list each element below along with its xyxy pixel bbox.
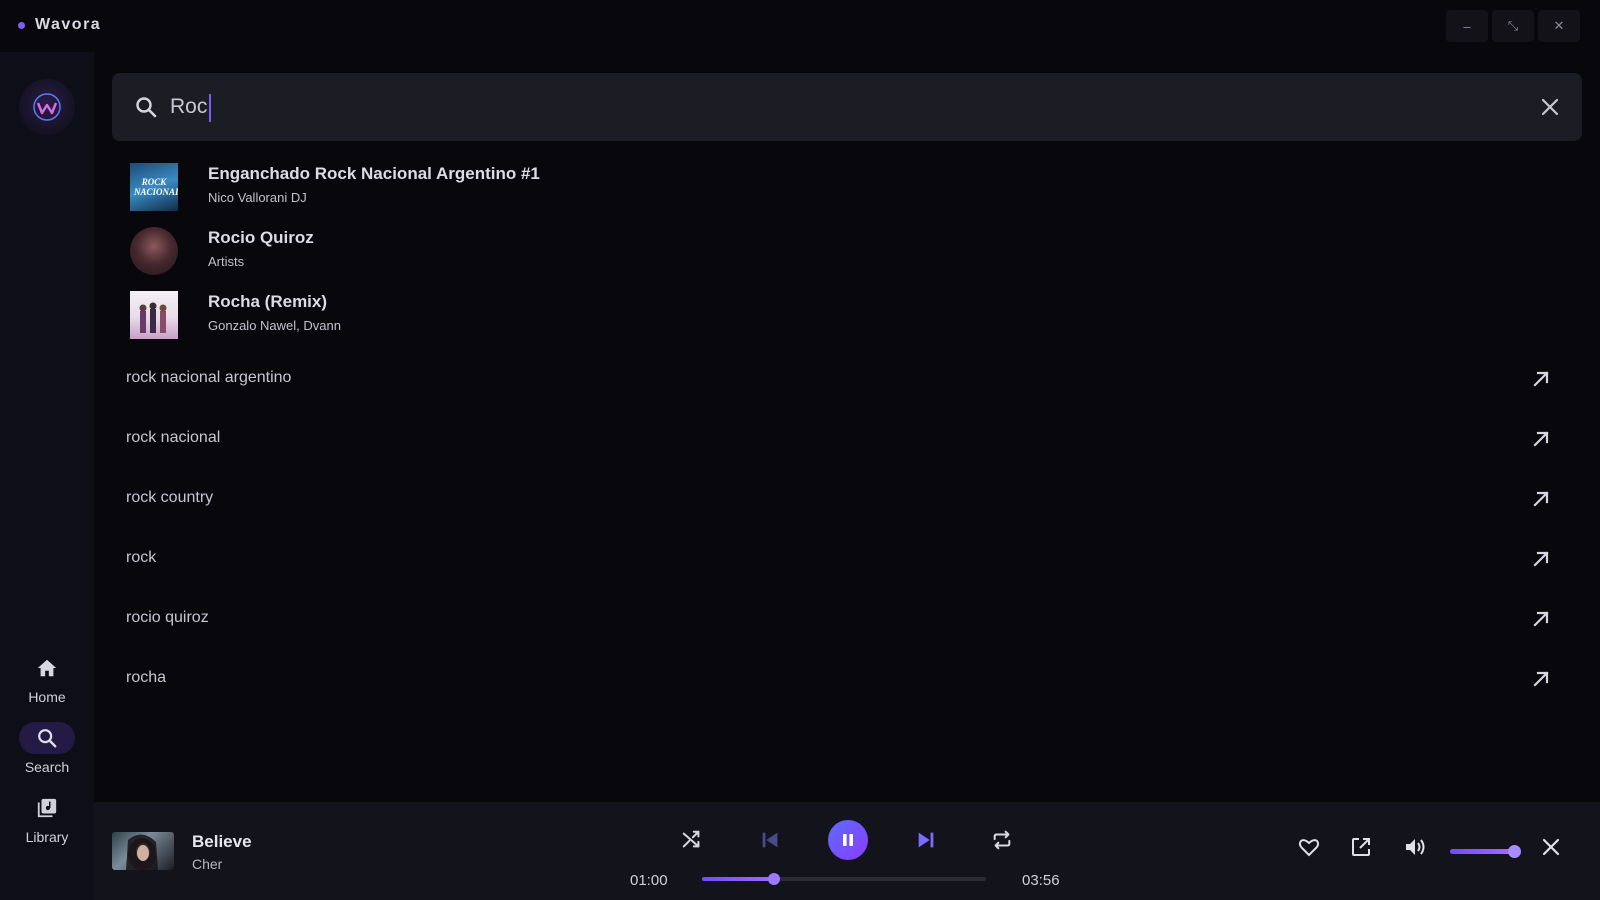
arrow-up-right-icon[interactable] (1530, 548, 1552, 570)
open-external-icon (1352, 838, 1370, 856)
shuffle-button[interactable] (672, 820, 712, 860)
progress-bar[interactable] (702, 873, 986, 885)
progress-fill (702, 877, 775, 881)
search-icon (134, 95, 158, 124)
search-page: ROCK NACIONAL Enganchado Rock Nacional A… (94, 52, 1600, 802)
result-title: Enganchado Rock Nacional Argentino #1 (208, 164, 540, 183)
arrow-up-right-icon[interactable] (1530, 488, 1552, 510)
search-bar (112, 73, 1582, 141)
close-icon (1541, 98, 1559, 116)
sidebar-item-library[interactable]: Library (0, 792, 94, 858)
sidebar-item-search[interactable]: Search (0, 722, 94, 788)
arrow-up-right-icon[interactable] (1530, 608, 1552, 630)
home-icon (37, 659, 57, 677)
result-subtitle: Gonzalo Nawel, Dvann (208, 318, 341, 333)
search-suggestion[interactable]: rocio quiroz (94, 590, 1600, 650)
wavora-logo-icon (33, 93, 61, 121)
suggestion-text: rock country (126, 489, 214, 506)
minimize-button[interactable]: – (1446, 10, 1488, 42)
now-playing-art[interactable] (112, 832, 174, 870)
result-title: Rocio Quiroz (208, 228, 314, 247)
search-result-track[interactable]: Rocha (Remix) Gonzalo Nawel, Dvann (130, 288, 1130, 340)
volume-fill (1450, 849, 1515, 854)
heart-icon (1298, 839, 1320, 857)
search-input[interactable] (170, 87, 1490, 127)
track-duration: 03:56 (1022, 872, 1060, 889)
suggestion-text: rock nacional argentino (126, 369, 292, 386)
like-button[interactable] (1294, 832, 1324, 862)
open-external-button[interactable] (1346, 832, 1376, 862)
now-playing-title[interactable]: Believe (192, 832, 252, 852)
suggestion-text: rocha (126, 669, 167, 686)
search-suggestion[interactable]: rock (94, 530, 1600, 590)
album-art: ROCK NACIONAL (130, 163, 178, 211)
sidebar: Home Search Library (0, 52, 94, 900)
arrow-up-right-icon[interactable] (1530, 368, 1552, 390)
next-button[interactable] (906, 820, 946, 860)
elapsed-time: 01:00 (630, 872, 668, 889)
close-player-button[interactable] (1536, 832, 1566, 862)
app-title: Wavora (35, 16, 102, 33)
title-bar: Wavora – ⤡ ✕ (0, 0, 1600, 52)
suggestion-text: rock nacional (126, 429, 221, 446)
skip-previous-icon (762, 832, 778, 848)
search-suggestion[interactable]: rock country (94, 470, 1600, 530)
sidebar-item-label: Library (25, 829, 69, 845)
previous-button[interactable] (750, 820, 790, 860)
restore-button[interactable]: ⤡ (1492, 10, 1534, 42)
repeat-icon (993, 830, 1011, 850)
progress-handle[interactable] (768, 873, 781, 885)
sidebar-item-label: Home (28, 689, 66, 705)
volume-slider[interactable] (1450, 845, 1522, 858)
pause-button[interactable] (828, 820, 868, 860)
search-suggestion[interactable]: rock nacional argentino (94, 350, 1600, 410)
search-result-artist[interactable]: Rocio Quiroz Artists (130, 224, 1130, 276)
volume-handle[interactable] (1508, 845, 1522, 858)
skip-next-icon (918, 832, 934, 848)
library-icon (37, 798, 57, 818)
repeat-button[interactable] (982, 820, 1022, 860)
close-window-button[interactable]: ✕ (1538, 10, 1580, 42)
arrow-up-right-icon[interactable] (1530, 428, 1552, 450)
volume-icon (1406, 839, 1425, 855)
search-suggestion[interactable]: rocha (94, 650, 1600, 710)
pause-icon (843, 834, 853, 846)
album-art (130, 291, 178, 339)
app-logo[interactable] (19, 79, 75, 135)
sidebar-item-label: Search (24, 759, 70, 775)
volume-button[interactable] (1400, 832, 1430, 862)
text-caret (209, 94, 211, 122)
result-subtitle: Nico Vallorani DJ (208, 190, 307, 205)
player-bar: Believe Cher 01:00 03:56 (94, 802, 1600, 900)
search-result-track[interactable]: ROCK NACIONAL Enganchado Rock Nacional A… (130, 160, 1130, 212)
suggestion-text: rock (126, 549, 157, 566)
sidebar-item-home[interactable]: Home (0, 652, 94, 718)
search-icon (38, 729, 57, 748)
app-status-dot (18, 22, 25, 29)
result-subtitle: Artists (208, 254, 245, 269)
clear-search-button[interactable] (1536, 93, 1564, 121)
search-suggestion[interactable]: rock nacional (94, 410, 1600, 470)
now-playing-artist[interactable]: Cher (192, 856, 222, 872)
result-title: Rocha (Remix) (208, 292, 328, 311)
close-icon (1542, 838, 1560, 856)
artist-avatar (130, 227, 178, 275)
arrow-up-right-icon[interactable] (1530, 668, 1552, 690)
shuffle-icon (682, 830, 700, 848)
suggestion-text: rocio quiroz (126, 609, 209, 626)
